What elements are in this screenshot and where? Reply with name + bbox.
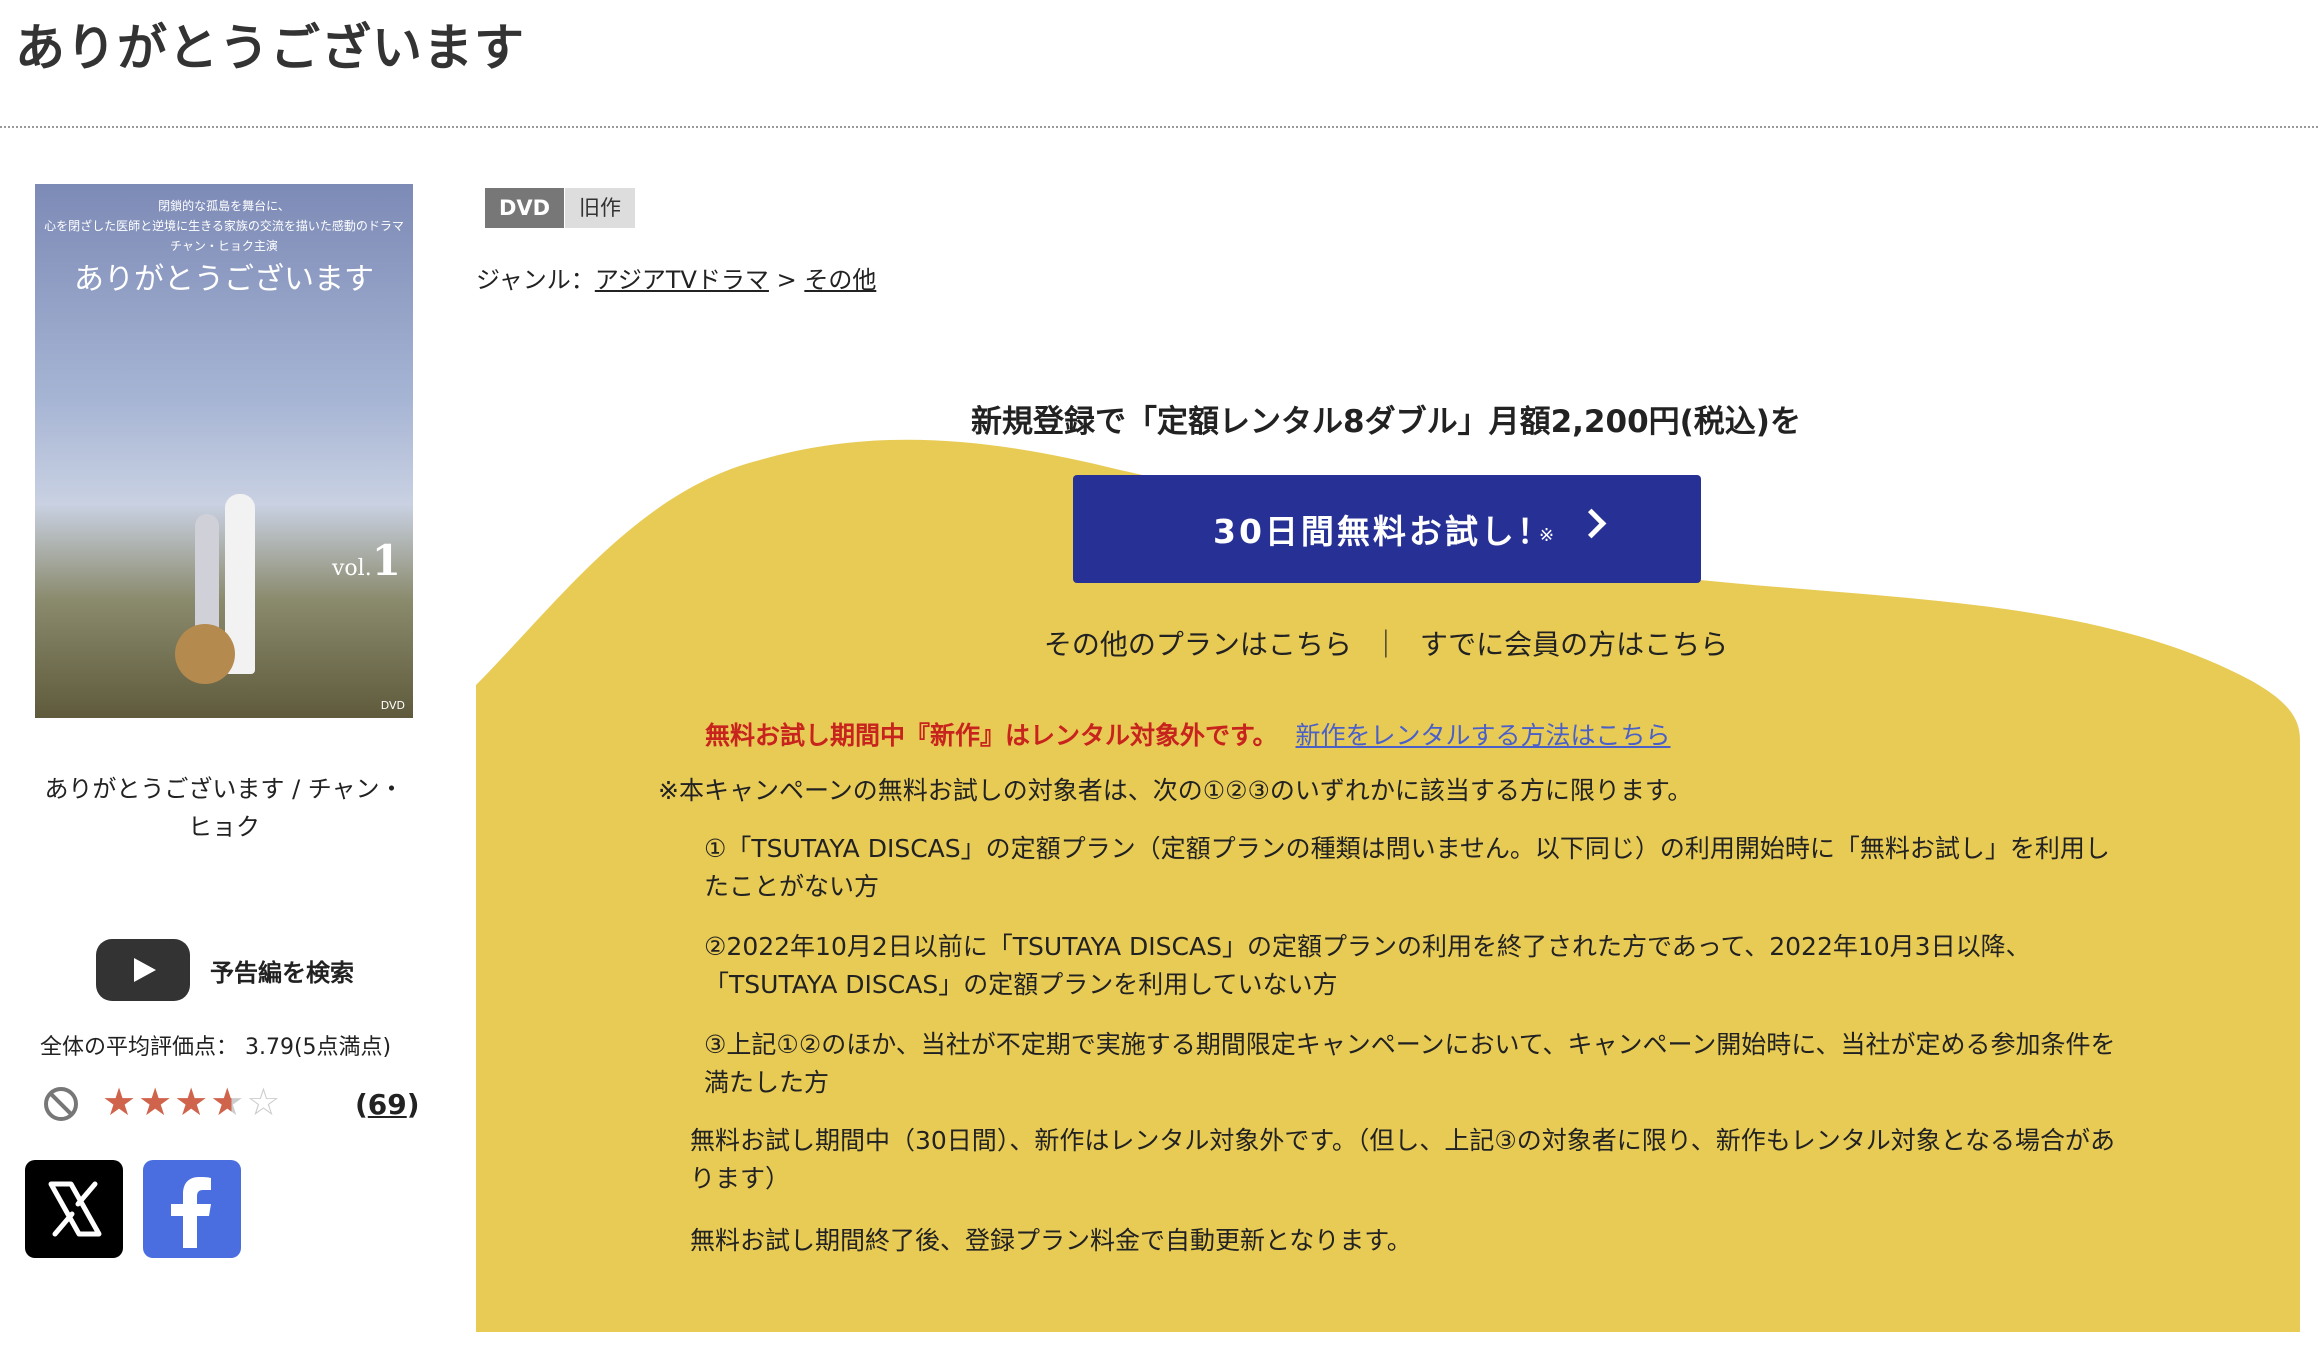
new-release-warning: 無料お試し期間中『新作』はレンタル対象外です。 — [705, 721, 1278, 750]
free-trial-label: 30日間無料お試し！ — [1213, 512, 1553, 551]
other-plans-link[interactable]: その他のプランはこちら — [1044, 628, 1352, 661]
plan-links: その他のプランはこちら ｜ すでに会員の方はこちら — [476, 623, 2296, 663]
new-release-rental-link[interactable]: 新作をレンタルする方法はこちら — [1296, 721, 1671, 750]
promo-headline: 新規登録で「定額レンタル8ダブル」月額2,200円(税込)を — [971, 404, 1801, 440]
chevron-right-icon — [1576, 508, 1607, 539]
campaign-terms-item: ①「TSUTAYA DISCAS」の定額プラン（定額プランの種類は問いません。以… — [704, 834, 2110, 901]
campaign-terms-intro: ※本キャンペーンの無料お試しの対象者は、次の①②③のいずれかに該当する方に限りま… — [658, 776, 1693, 805]
auto-renew-note: 無料お試し期間終了後、登録プラン料金で自動更新となります。 — [690, 1226, 1412, 1255]
free-trial-button[interactable]: 30日間無料お試し！ ※ — [1073, 475, 1701, 583]
member-login-link[interactable]: すでに会員の方はこちら — [1420, 628, 1728, 661]
campaign-terms-item: ②2022年10月2日以前に「TSUTAYA DISCAS」の定額プランの利用を… — [704, 932, 2031, 999]
trial-period-note: 無料お試し期間中（30日間）、新作はレンタル対象外です。（但し、上記③の対象者に… — [690, 1126, 2115, 1193]
free-trial-note-mark: ※ — [1539, 525, 1555, 546]
campaign-terms-item: ③上記①②のほか、当社が不定期で実施する期間限定キャンペーンにおいて、キャンペー… — [704, 1030, 2116, 1097]
new-release-notice: 無料お試し期間中『新作』はレンタル対象外です。 新作をレンタルする方法はこちら — [705, 716, 1671, 752]
link-separator: ｜ — [1371, 628, 1400, 661]
